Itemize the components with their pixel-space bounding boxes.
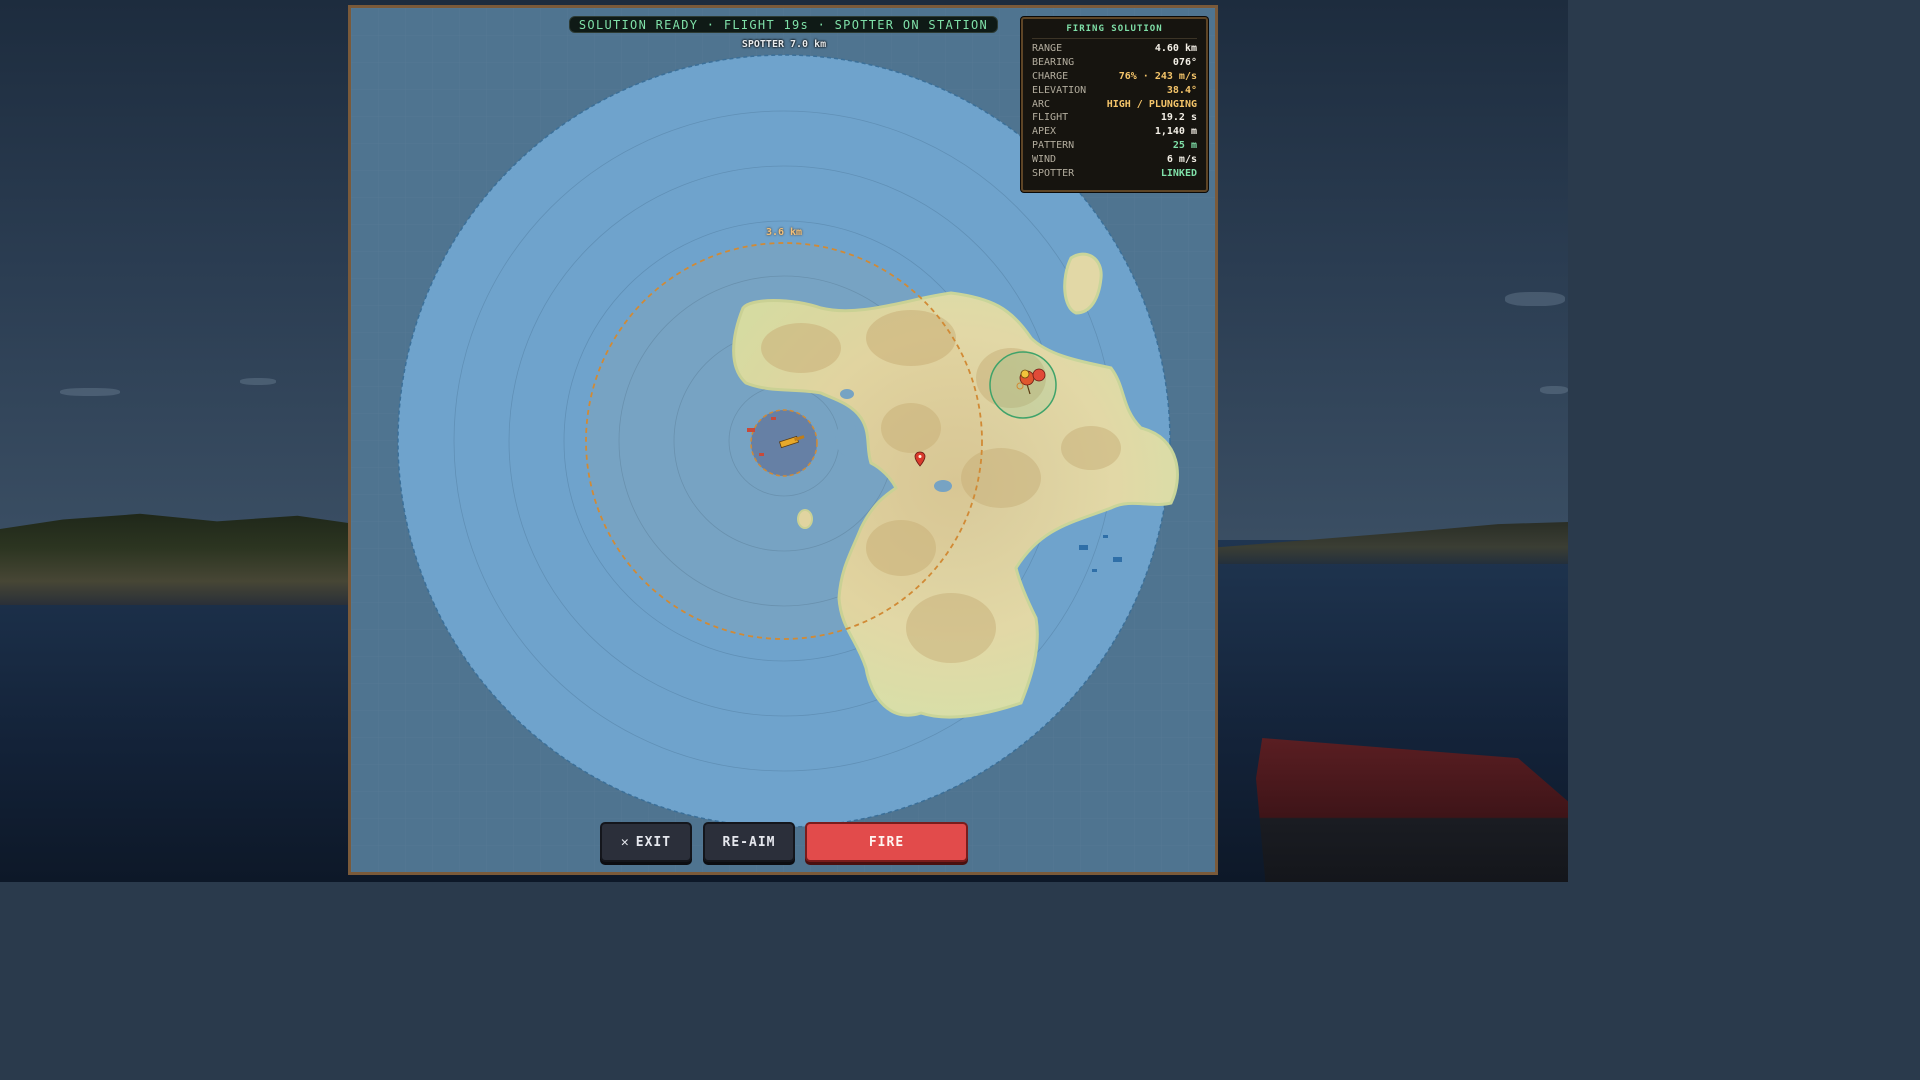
row-key: CHARGE — [1032, 70, 1069, 82]
range-ring-label: 3.6 km — [765, 227, 803, 238]
left-island-shore — [0, 513, 350, 605]
solution-row-spotter: SPOTTER LINKED — [1032, 167, 1197, 181]
solution-row-bearing: BEARING 076° — [1032, 56, 1197, 70]
solution-row-arc: ARC HIGH / PLUNGING — [1032, 98, 1197, 112]
row-key: PATTERN — [1032, 140, 1075, 152]
fire-label: FIRE — [868, 834, 905, 850]
row-key: ARC — [1032, 98, 1051, 110]
solution-row-charge: CHARGE 76% · 243 m/s — [1032, 70, 1197, 84]
row-value: HIGH / PLUNGING — [1106, 98, 1197, 110]
row-value: 4.60 km — [1154, 43, 1197, 54]
solution-row-range: RANGE 4.60 km — [1032, 42, 1197, 56]
row-key: RANGE — [1032, 43, 1063, 54]
row-value: 38.4° — [1166, 84, 1197, 96]
cloud — [1505, 292, 1565, 306]
solution-row-flight: FLIGHT 19.2 s — [1032, 111, 1197, 125]
row-key: APEX — [1032, 126, 1057, 138]
row-key: ELEVATION — [1032, 84, 1087, 96]
firing-solution-panel: FIRING SOLUTION RANGE 4.60 km BEARING 076°… — [1021, 17, 1208, 192]
solution-row-wind: WIND 6 m/s — [1032, 153, 1197, 167]
close-icon: ✕ — [620, 834, 630, 850]
cloud — [60, 388, 120, 396]
exit-label: EXIT — [635, 834, 672, 850]
row-key: FLIGHT — [1032, 112, 1069, 124]
row-key: WIND — [1032, 154, 1057, 166]
solution-row-pattern: PATTERN 25 m — [1032, 139, 1197, 153]
exit-button[interactable]: ✕ EXIT — [600, 822, 692, 862]
row-value: 19.2 s — [1160, 112, 1197, 124]
cloud — [1540, 386, 1568, 394]
panel-title: FIRING SOLUTION — [1032, 24, 1197, 39]
row-value: 1,140 m — [1154, 126, 1197, 138]
fire-button[interactable]: FIRE — [805, 822, 968, 862]
status-banner: SOLUTION READY · FLIGHT 19s · SPOTTER ON… — [569, 16, 998, 33]
solution-row-elevation: ELEVATION 38.4° — [1032, 84, 1197, 98]
row-key: SPOTTER — [1032, 168, 1075, 180]
cloud — [240, 378, 276, 385]
solution-row-apex: APEX 1,140 m — [1032, 125, 1197, 139]
row-value: 6 m/s — [1166, 154, 1197, 166]
row-value: 076° — [1172, 56, 1197, 68]
row-value: 25 m — [1172, 140, 1197, 152]
re-aim-label: RE-AIM — [722, 834, 776, 850]
row-value: 76% · 243 m/s — [1118, 70, 1197, 82]
row-key: BEARING — [1032, 56, 1075, 68]
spotter-range-label: SPOTTER 7.0 km — [741, 39, 827, 50]
row-value: LINKED — [1160, 168, 1197, 180]
re-aim-button[interactable]: RE-AIM — [703, 822, 795, 862]
